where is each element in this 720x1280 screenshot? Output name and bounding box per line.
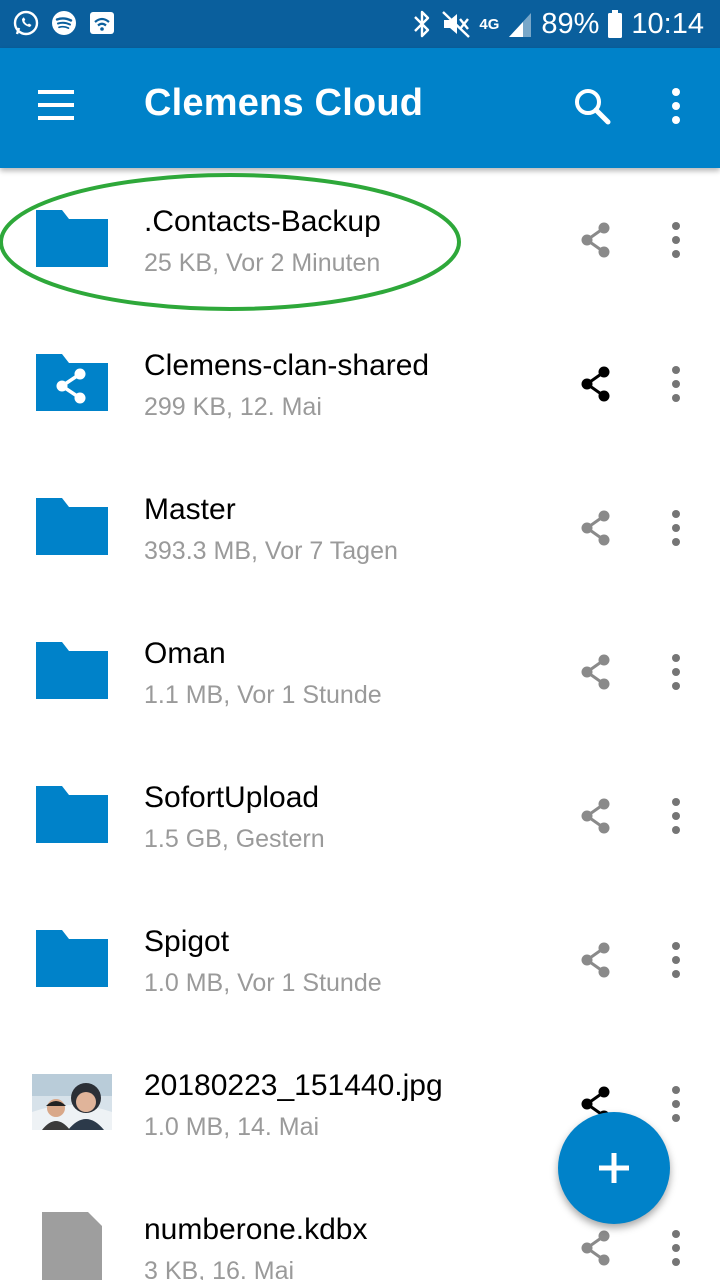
app-bar: Clemens Cloud: [0, 48, 720, 168]
file-meta: 3 KB, 16. Mai: [144, 1257, 295, 1280]
share-icon: [581, 222, 610, 258]
file-row-clemens-clan-shared[interactable]: Clemens-clan-shared 299 KB, 12. Mai: [0, 312, 720, 456]
share-icon: [581, 1230, 610, 1266]
share-button[interactable]: [574, 362, 618, 406]
more-options-button[interactable]: [656, 1082, 696, 1126]
more-options-button[interactable]: [656, 218, 696, 262]
file-row-sofortupload[interactable]: SofortUpload 1.5 GB, Gestern: [0, 744, 720, 888]
file-name: Oman: [144, 637, 226, 670]
more-vert-icon: [672, 1086, 680, 1122]
file-icon: [42, 1212, 102, 1280]
battery-icon: [608, 10, 623, 38]
clock: 10:14: [631, 7, 704, 40]
file-meta: 1.5 GB, Gestern: [144, 825, 325, 853]
more-options-button[interactable]: [656, 794, 696, 838]
file-meta: 393.3 MB, Vor 7 Tagen: [144, 537, 398, 565]
menu-icon: [38, 90, 74, 120]
add-fab-button[interactable]: [558, 1112, 670, 1224]
menu-button[interactable]: [28, 85, 84, 125]
folder-icon: [36, 210, 108, 267]
share-button[interactable]: [574, 506, 618, 550]
share-icon: [581, 798, 610, 834]
file-name: .Contacts-Backup: [144, 205, 381, 238]
battery-percent: 89%: [541, 7, 600, 40]
file-name: Spigot: [144, 925, 230, 958]
share-button[interactable]: [574, 650, 618, 694]
file-meta: 25 KB, Vor 2 Minuten: [144, 249, 381, 277]
more-options-button[interactable]: [656, 938, 696, 982]
file-name: Master: [144, 493, 236, 526]
more-vert-icon: [672, 222, 680, 258]
more-vert-icon: [672, 88, 680, 124]
share-icon: [581, 942, 610, 978]
file-name: numberone.kdbx: [144, 1213, 368, 1246]
folder-icon: [36, 498, 108, 555]
wifi-icon: [90, 12, 114, 34]
whatsapp-icon: [13, 10, 39, 36]
spotify-icon: [52, 11, 76, 35]
search-icon: [575, 89, 611, 125]
file-name: Clemens-clan-shared: [144, 349, 430, 382]
file-row-spigot[interactable]: Spigot 1.0 MB, Vor 1 Stunde: [0, 888, 720, 1032]
more-options-button[interactable]: [656, 362, 696, 406]
mute-icon: [442, 11, 471, 38]
share-icon: [581, 366, 610, 402]
more-options-button[interactable]: [656, 650, 696, 694]
file-meta: 299 KB, 12. Mai: [144, 393, 322, 421]
folder-icon: [36, 930, 108, 987]
share-button[interactable]: [574, 218, 618, 262]
more-vert-icon: [672, 510, 680, 546]
folder-icon: [36, 786, 108, 843]
share-icon: [581, 654, 610, 690]
network-type: 4G: [479, 15, 500, 33]
plus-icon: [599, 1153, 629, 1183]
folder-icon: [36, 642, 108, 699]
image-thumbnail: [32, 1074, 112, 1130]
more-vert-icon: [672, 798, 680, 834]
more-vert-icon: [672, 1230, 680, 1266]
signal-icon: [509, 13, 532, 37]
share-button[interactable]: [574, 938, 618, 982]
app-title: Clemens Cloud: [144, 82, 424, 124]
more-vert-icon: [672, 942, 680, 978]
file-row-oman[interactable]: Oman 1.1 MB, Vor 1 Stunde: [0, 600, 720, 744]
more-vert-icon: [672, 366, 680, 402]
file-meta: 1.1 MB, Vor 1 Stunde: [144, 681, 382, 709]
file-name: 20180223_151440.jpg: [144, 1069, 443, 1102]
share-button[interactable]: [574, 794, 618, 838]
file-meta: 1.0 MB, Vor 1 Stunde: [144, 969, 382, 997]
share-icon: [581, 510, 610, 546]
more-options-button[interactable]: [656, 1226, 696, 1270]
status-bar: 4G 89% 10:14: [0, 0, 720, 48]
bluetooth-icon: [414, 10, 430, 38]
file-row-master[interactable]: Master 393.3 MB, Vor 7 Tagen: [0, 456, 720, 600]
search-button[interactable]: [566, 80, 618, 132]
file-meta: 1.0 MB, 14. Mai: [144, 1113, 320, 1141]
more-options-button[interactable]: [656, 506, 696, 550]
share-button[interactable]: [574, 1226, 618, 1270]
file-row-contacts-backup[interactable]: .Contacts-Backup 25 KB, Vor 2 Minuten: [0, 168, 720, 312]
overflow-menu-button[interactable]: [654, 80, 698, 132]
shared-folder-icon: [36, 354, 108, 411]
more-vert-icon: [672, 654, 680, 690]
file-name: SofortUpload: [144, 781, 320, 814]
